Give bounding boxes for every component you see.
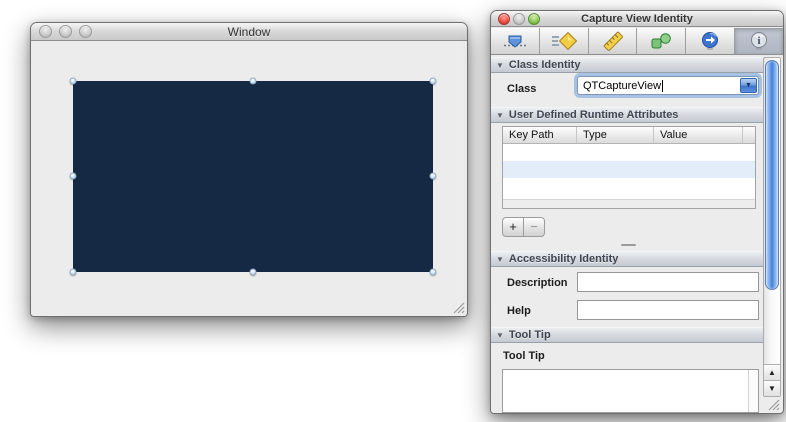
class-label: Class — [507, 83, 537, 95]
inspector-scrollbar[interactable]: ▲ ▼ — [763, 57, 781, 397]
effects-icon — [551, 32, 577, 50]
section-title: Accessibility Identity — [508, 253, 619, 265]
size-inspector-button[interactable] — [589, 28, 638, 54]
class-value-text: QTCaptureView — [583, 79, 662, 92]
selection-handle-bottom-mid[interactable] — [249, 268, 257, 276]
attributes-icon — [503, 35, 526, 48]
disclosure-triangle-icon[interactable]: ▼ — [496, 331, 504, 340]
table-scroll-strip — [503, 199, 755, 208]
text-caret — [662, 79, 664, 92]
tooltip-textarea[interactable] — [502, 369, 759, 413]
resize-grip-icon[interactable] — [766, 398, 780, 411]
class-combo-box[interactable]: QTCaptureView ▼ — [577, 76, 759, 95]
inspector-toolbar: i — [491, 28, 783, 55]
selection-handle-top-mid[interactable] — [249, 77, 257, 85]
pane-splitter-handle[interactable] — [621, 244, 636, 246]
inspector-window: Capture View Identity i ▼ Class Identity… — [490, 10, 784, 414]
bindings-icon — [651, 33, 672, 49]
zoom-button[interactable] — [528, 12, 540, 25]
selection-handle-mid-left[interactable] — [69, 172, 77, 180]
qtcaptureview-view[interactable] — [73, 81, 433, 272]
identity-inspector-button[interactable]: i — [735, 28, 783, 54]
help-label: Help — [507, 305, 531, 317]
column-header-blank — [743, 127, 755, 143]
design-window-titlebar[interactable]: Window — [31, 23, 467, 41]
disclosure-triangle-icon[interactable]: ▼ — [496, 255, 504, 264]
accessibility-section-header[interactable]: ▼ Accessibility Identity — [491, 251, 763, 267]
runtime-attributes-table[interactable]: Key Path Type Value — [502, 126, 756, 209]
selection-handle-mid-right[interactable] — [429, 172, 437, 180]
column-header-value[interactable]: Value — [654, 127, 743, 143]
tooltip-section-header[interactable]: ▼ Tool Tip — [491, 327, 763, 343]
column-header-keypath[interactable]: Key Path — [503, 127, 577, 143]
traffic-lights — [498, 12, 540, 25]
zoom-button[interactable] — [79, 25, 92, 38]
close-button[interactable] — [39, 25, 52, 38]
info-icon: i — [751, 32, 768, 50]
class-identity-section-header[interactable]: ▼ Class Identity — [491, 57, 763, 73]
chevron-down-icon: ▼ — [745, 82, 752, 89]
tooltip-label: Tool Tip — [503, 350, 545, 362]
bindings-inspector-button[interactable] — [637, 28, 687, 54]
table-header-row: Key Path Type Value — [503, 127, 755, 144]
design-window-canvas[interactable] — [31, 42, 467, 316]
selection-handle-bottom-left[interactable] — [69, 268, 77, 276]
design-window-title: Window — [227, 24, 271, 39]
runtime-attributes-section-header[interactable]: ▼ User Defined Runtime Attributes — [491, 107, 763, 123]
scroll-up-button[interactable]: ▲ — [764, 364, 780, 380]
disclosure-triangle-icon[interactable]: ▼ — [496, 61, 504, 70]
add-attribute-button[interactable]: + — [502, 217, 524, 237]
scroll-down-button[interactable]: ▼ — [764, 380, 780, 396]
section-title: User Defined Runtime Attributes — [508, 109, 679, 121]
column-header-type[interactable]: Type — [577, 127, 654, 143]
inspector-titlebar[interactable]: Capture View Identity — [491, 11, 783, 27]
selection-handle-top-left[interactable] — [69, 77, 77, 85]
remove-attribute-button[interactable]: − — [523, 217, 545, 237]
minimize-button[interactable] — [59, 25, 72, 38]
resize-grip-icon[interactable] — [451, 300, 465, 314]
help-field[interactable] — [577, 300, 759, 320]
textarea-scrollbar[interactable] — [748, 370, 758, 412]
description-field[interactable] — [577, 272, 759, 292]
selection-handle-bottom-right[interactable] — [429, 268, 437, 276]
scrollbar-thumb[interactable] — [765, 60, 779, 290]
traffic-lights — [39, 25, 92, 38]
inspector-content: ▼ Class Identity Class QTCaptureView ▼ ▼… — [491, 55, 763, 413]
design-window: Window — [30, 22, 468, 317]
connections-inspector-button[interactable] — [686, 28, 736, 54]
section-title: Class Identity — [508, 59, 581, 71]
close-button[interactable] — [498, 12, 510, 25]
section-title: Tool Tip — [508, 329, 551, 341]
svg-text:i: i — [758, 35, 761, 47]
minimize-button[interactable] — [513, 12, 525, 25]
disclosure-triangle-icon[interactable]: ▼ — [496, 111, 504, 120]
table-row[interactable] — [503, 161, 755, 178]
table-row[interactable] — [503, 144, 755, 161]
size-ruler-icon — [603, 31, 623, 51]
combo-dropdown-button[interactable]: ▼ — [740, 78, 757, 93]
description-label: Description — [507, 277, 568, 289]
attributes-inspector-button[interactable] — [491, 28, 540, 54]
selection-handle-top-right[interactable] — [429, 77, 437, 85]
table-row[interactable] — [503, 178, 755, 195]
connections-arrow-icon — [702, 32, 719, 50]
effects-inspector-button[interactable] — [540, 28, 589, 54]
